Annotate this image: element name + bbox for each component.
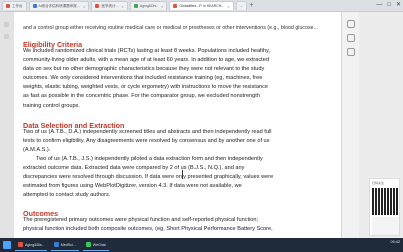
text-line: training control groups. bbox=[23, 102, 80, 109]
text-line: texts to confirm eligibility. Any disagr… bbox=[23, 138, 270, 145]
text-line: outcomes. We only considered interventio… bbox=[23, 75, 263, 82]
close-tab-icon[interactable]: × bbox=[227, 4, 229, 9]
browser-tab[interactable]: 医学统计... × bbox=[91, 1, 128, 10]
qr-caption: 扫码关注 bbox=[372, 181, 385, 185]
thumbnail-sidebar bbox=[0, 12, 14, 238]
annotate-icon[interactable] bbox=[347, 20, 355, 28]
qr-card-footer bbox=[372, 217, 399, 235]
window-controls: — □ ✕ bbox=[376, 1, 401, 10]
text-line: data on sex but no other demographic cha… bbox=[23, 66, 265, 73]
close-tab-icon[interactable]: × bbox=[161, 4, 163, 9]
tab-label: Aging&Dis.. bbox=[139, 4, 159, 8]
page-favicon-icon bbox=[32, 4, 37, 8]
taskbar-item-label: Aging&Dis.. bbox=[25, 242, 44, 247]
page-favicon-icon bbox=[95, 4, 100, 8]
start-menu-icon[interactable] bbox=[3, 241, 11, 249]
text-line: estimated from figures using WebPlotDigi… bbox=[23, 183, 242, 190]
tab-label: GlobalMed...P. in SEARCH... bbox=[179, 4, 225, 8]
page-favicon-icon bbox=[173, 4, 178, 8]
system-tray: 09:42 bbox=[390, 240, 400, 244]
taskbar-item-label: WeChat bbox=[92, 242, 106, 247]
text-line: discrepancies were resolved through disc… bbox=[23, 174, 274, 181]
browser-icon bbox=[53, 242, 59, 247]
data-selection-paragraph-1: Two of us (A.T.B., D.A.) independently s… bbox=[23, 128, 323, 155]
new-tab-button[interactable]: + bbox=[250, 1, 254, 10]
data-selection-paragraph-2: Two of us (A.T.B., J.S.) independently p… bbox=[23, 155, 323, 200]
bookmark-icon[interactable] bbox=[4, 34, 9, 39]
thumbnail-icon[interactable] bbox=[4, 22, 9, 27]
tab-label: Ai综合评估科研课题申报… bbox=[38, 3, 81, 8]
outcomes-paragraph: The preregistered primary outcomes were … bbox=[23, 216, 323, 234]
text-line: The preregistered primary outcomes were … bbox=[23, 217, 259, 223]
tab-label: 医学统计... bbox=[101, 3, 119, 8]
os-taskbar: Aging&Dis.. MedSci... WeChat 09:42 bbox=[0, 238, 403, 252]
text-line: We included randomized clinical trials (… bbox=[23, 48, 270, 54]
browser-tab[interactable]: 工作台 bbox=[2, 1, 27, 10]
tab-label: 工作台 bbox=[12, 3, 23, 8]
previous-paragraph-tail: and a control group either receiving rou… bbox=[23, 25, 319, 31]
pdf-page: and a control group either receiving rou… bbox=[14, 12, 341, 238]
taskbar-item[interactable]: MedSci... bbox=[50, 240, 79, 251]
qr-code-icon bbox=[372, 188, 399, 215]
taskbar-item[interactable]: Aging&Dis.. bbox=[15, 240, 47, 251]
text-line: physical function included both composit… bbox=[23, 226, 273, 233]
pdf-icon bbox=[18, 242, 23, 247]
close-window-button[interactable]: ✕ bbox=[396, 1, 401, 10]
browser-tab-bar: 工作台 Ai综合评估科研课题申报… × 医学统计... × Aging&Dis.. … bbox=[0, 0, 403, 12]
text-line: attempted to contact study authors. bbox=[23, 192, 111, 199]
clock[interactable]: 09:42 bbox=[390, 240, 400, 244]
page-favicon-icon bbox=[6, 4, 10, 8]
text-line: (A.M.A.S.). bbox=[23, 147, 51, 154]
eligibility-paragraph: We included randomized clinical trials (… bbox=[23, 47, 323, 111]
tab-label: ... bbox=[239, 4, 243, 8]
maximize-button[interactable]: □ bbox=[387, 1, 391, 10]
text-line: Two of us (A.T.B., J.S.) independently p… bbox=[36, 156, 263, 162]
browser-tab[interactable]: ... bbox=[235, 1, 247, 10]
browser-tab[interactable]: Ai综合评估科研课题申报… × bbox=[28, 1, 90, 10]
chat-icon bbox=[85, 242, 91, 247]
page-favicon-icon bbox=[133, 4, 138, 8]
minimize-button[interactable]: — bbox=[376, 1, 382, 10]
text-line: weights, elastic tubing, weighted vests,… bbox=[23, 84, 268, 91]
browser-tab-active[interactable]: GlobalMed...P. in SEARCH... × bbox=[169, 1, 234, 10]
close-tab-icon[interactable]: × bbox=[83, 4, 85, 9]
text-line: community-living older adults, with a me… bbox=[23, 57, 269, 64]
qr-code-card: 扫码关注 bbox=[369, 178, 400, 236]
close-tab-icon[interactable]: × bbox=[121, 4, 123, 9]
taskbar-item-label: MedSci... bbox=[60, 242, 76, 247]
text-line: Two of us (A.T.B., D.A.) independently s… bbox=[23, 129, 272, 135]
reader-side-toolbar bbox=[341, 12, 359, 238]
text-line: as fast as possible in the concentric ph… bbox=[23, 93, 260, 100]
text-cursor bbox=[182, 170, 183, 179]
browser-tab[interactable]: Aging&Dis.. × bbox=[129, 1, 168, 10]
translate-icon[interactable] bbox=[347, 34, 355, 42]
taskbar-item[interactable]: WeChat bbox=[82, 240, 109, 251]
text-line: extracted outcome data. Extracted data w… bbox=[23, 165, 245, 172]
share-icon[interactable] bbox=[347, 48, 355, 56]
